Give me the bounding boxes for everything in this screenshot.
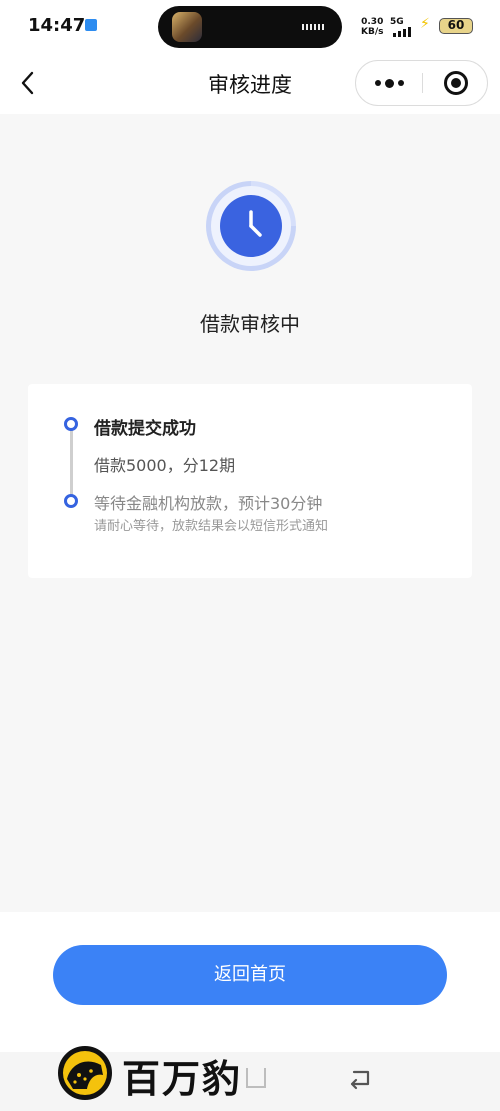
network-speed-unit: KB/s: [361, 27, 384, 37]
clock-icon: [220, 195, 282, 257]
close-target-icon[interactable]: [444, 71, 468, 95]
signal-icon: [393, 27, 411, 37]
return-home-button[interactable]: 返回首页: [53, 945, 447, 1005]
leopard-logo-icon: [58, 1046, 112, 1100]
network-speed-value: 0.30: [361, 17, 384, 27]
status-bar: 14:47 0.30 KB/s 5G ⚡ 60: [0, 0, 500, 52]
timeline-dot-icon: [64, 494, 78, 508]
charging-icon: ⚡: [420, 16, 430, 32]
more-icon[interactable]: [356, 61, 422, 105]
mini-program-capsule: [355, 60, 488, 106]
network-type: 5G: [390, 17, 404, 27]
watermark-text: 百万豹: [122, 1056, 243, 1101]
media-thumbnail-icon: [172, 12, 202, 42]
timeline-dot-icon: [64, 417, 78, 431]
capsule-divider: [422, 73, 423, 93]
battery-icon: 60: [439, 18, 473, 34]
home-gesture-icon[interactable]: [246, 1068, 266, 1088]
step-submitted-detail: 借款5000，分12期: [94, 456, 236, 475]
step-disbursement-title: 等待金融机构放款，预计30分钟: [94, 494, 323, 513]
network-speed: 0.30 KB/s: [361, 17, 383, 37]
progress-card: 借款提交成功 借款5000，分12期 等待金融机构放款，预计30分钟 请耐心等待…: [28, 384, 472, 578]
notification-app-icon: [85, 19, 97, 31]
audio-wave-icon: [302, 24, 324, 30]
review-status-text: 借款审核中: [200, 312, 300, 336]
step-submitted-title: 借款提交成功: [94, 419, 196, 439]
step-disbursement-note: 请耐心等待，放款结果会以短信形式通知: [94, 519, 329, 534]
back-gesture-icon[interactable]: [346, 1068, 374, 1090]
status-time: 14:47: [28, 15, 86, 36]
timeline-line: [70, 428, 73, 500]
status-icon-ring: [206, 181, 296, 271]
nav-bar: 审核进度: [0, 52, 500, 114]
